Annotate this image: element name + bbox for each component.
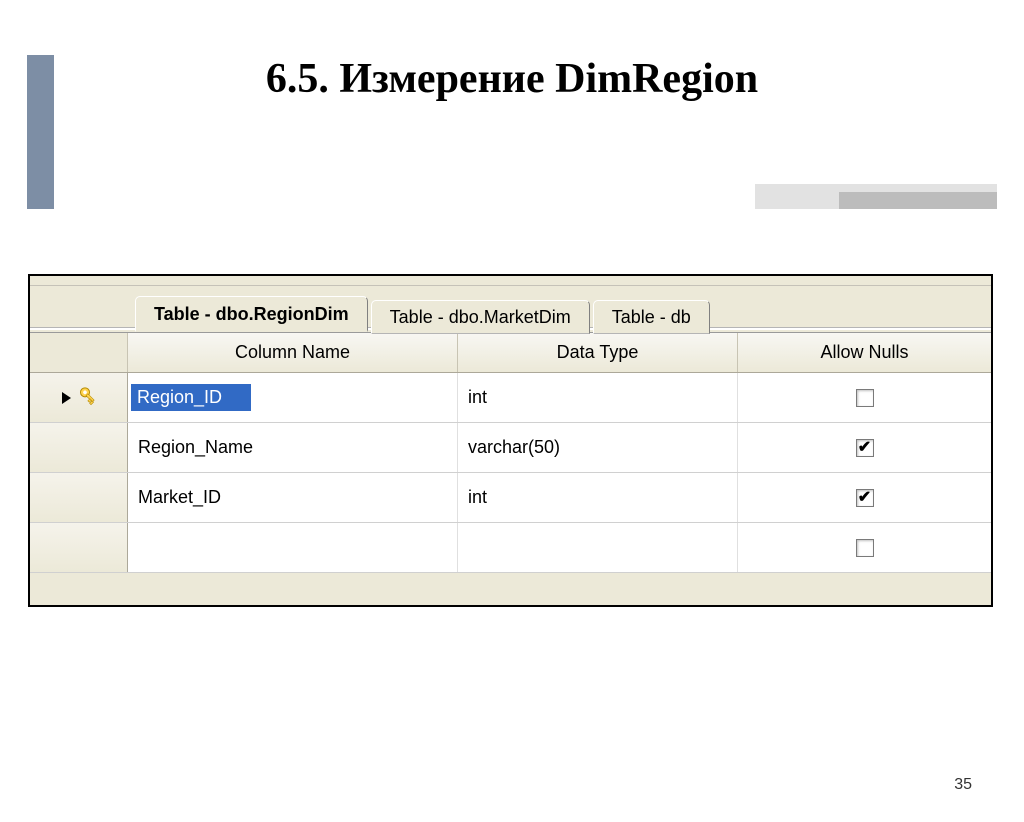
table-row[interactable]: Region_Name varchar(50) ✔ xyxy=(30,423,991,473)
table-row[interactable] xyxy=(30,523,991,573)
table-designer-window: Table - dbo.RegionDim Table - dbo.Market… xyxy=(28,274,993,607)
window-top-edge xyxy=(30,276,991,286)
cell-allow-nulls[interactable]: ✔ xyxy=(738,423,991,472)
row-marker[interactable] xyxy=(30,523,128,572)
header-data-type[interactable]: Data Type xyxy=(458,333,738,372)
row-marker[interactable] xyxy=(30,423,128,472)
cell-column-name[interactable] xyxy=(128,523,458,572)
header-row-marker xyxy=(30,333,128,372)
row-marker[interactable] xyxy=(30,373,128,422)
checkbox-unchecked[interactable] xyxy=(856,539,874,557)
tab-strip: Table - dbo.RegionDim Table - dbo.Market… xyxy=(30,286,991,330)
table-row[interactable]: Market_ID int ✔ xyxy=(30,473,991,523)
checkbox-checked[interactable]: ✔ xyxy=(856,439,874,457)
cell-data-type[interactable] xyxy=(458,523,738,572)
cell-data-type[interactable]: int xyxy=(458,473,738,522)
cell-allow-nulls[interactable] xyxy=(738,523,991,572)
tab-region-dim[interactable]: Table - dbo.RegionDim xyxy=(135,296,368,332)
checkbox-unchecked[interactable] xyxy=(856,389,874,407)
header-column-name[interactable]: Column Name xyxy=(128,333,458,372)
grid-headers: Column Name Data Type Allow Nulls xyxy=(30,333,991,373)
table-row[interactable]: Region_ID int xyxy=(30,373,991,423)
tab-market-dim[interactable]: Table - dbo.MarketDim xyxy=(371,300,590,334)
slide-accent-right-inner xyxy=(839,192,997,209)
primary-key-icon xyxy=(71,383,99,411)
slide-title: 6.5. Измерение DimRegion xyxy=(0,55,1024,103)
tab-truncated[interactable]: Table - db xyxy=(593,300,710,334)
slide-page-number: 35 xyxy=(954,776,972,794)
cell-data-type[interactable]: int xyxy=(458,373,738,422)
cell-allow-nulls[interactable] xyxy=(738,373,991,422)
row-marker[interactable] xyxy=(30,473,128,522)
slide-accent-left xyxy=(27,55,54,209)
checkbox-checked[interactable]: ✔ xyxy=(856,489,874,507)
header-allow-nulls[interactable]: Allow Nulls xyxy=(738,333,991,372)
grid-area: Column Name Data Type Allow Nulls xyxy=(30,332,991,573)
cell-allow-nulls[interactable]: ✔ xyxy=(738,473,991,522)
cell-column-name-text: Region_ID xyxy=(131,384,251,411)
cell-data-type[interactable]: varchar(50) xyxy=(458,423,738,472)
cell-column-name[interactable]: Region_ID xyxy=(128,373,458,422)
cell-column-name[interactable]: Region_Name xyxy=(128,423,458,472)
cell-column-name[interactable]: Market_ID xyxy=(128,473,458,522)
